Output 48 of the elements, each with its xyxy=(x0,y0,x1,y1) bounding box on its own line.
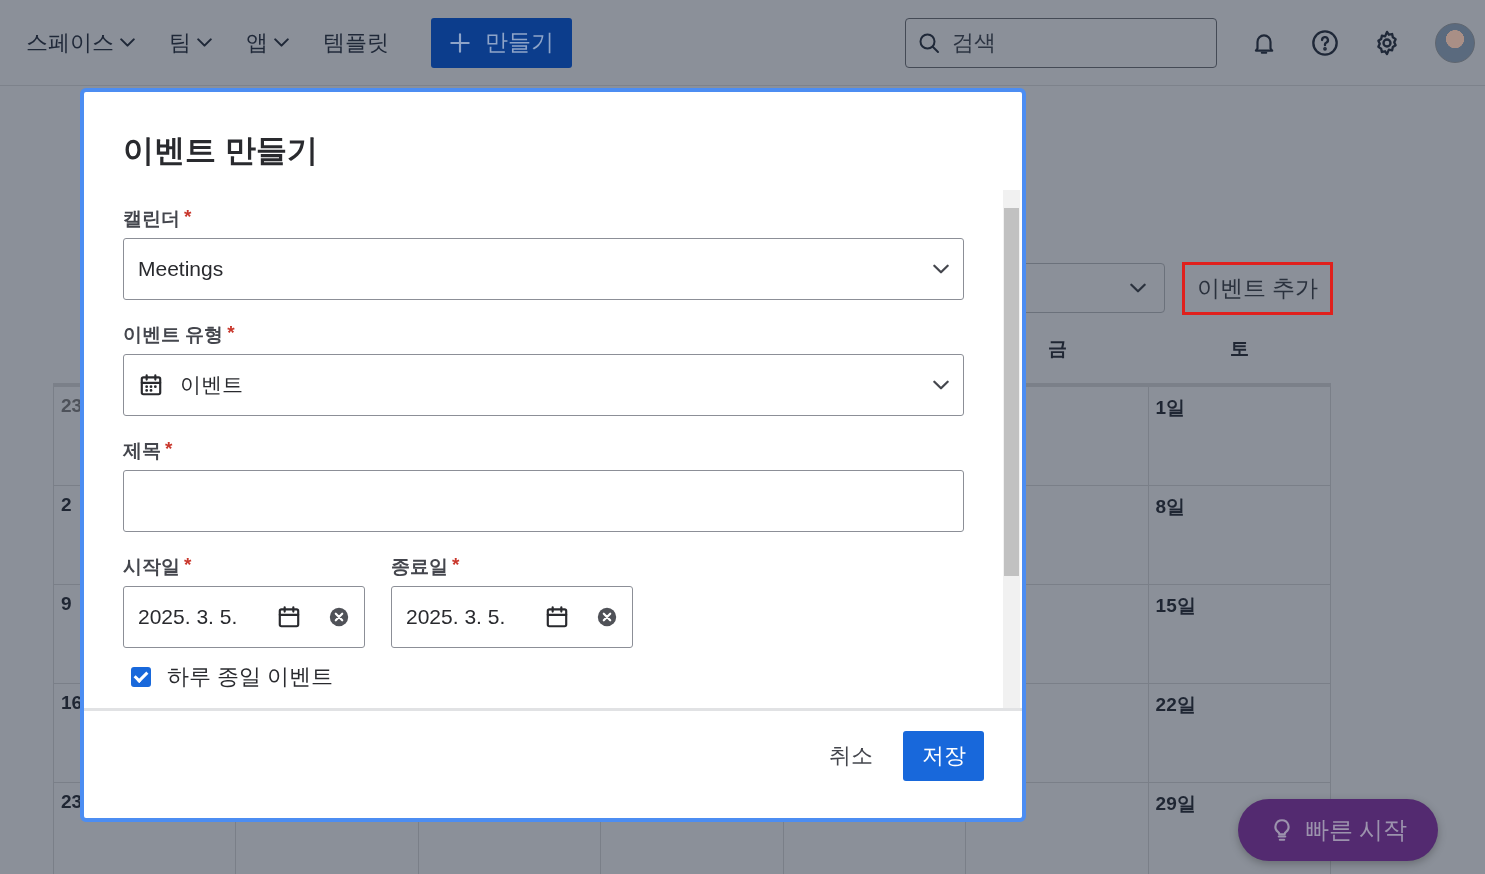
nav-menu-item[interactable]: 앱 xyxy=(246,27,289,58)
required-mark: * xyxy=(227,322,235,345)
calendar-icon xyxy=(544,604,570,630)
clear-icon xyxy=(596,606,618,628)
field-label: 제목 xyxy=(123,439,161,462)
nav-menu-item[interactable]: 템플릿 xyxy=(323,27,389,58)
create-button[interactable]: 만들기 xyxy=(431,17,572,68)
day-number: 15일 xyxy=(1155,595,1196,616)
day-number: 29일 xyxy=(1155,793,1196,814)
dialog-title: 이벤트 만들기 xyxy=(122,132,319,170)
day-number: 16 xyxy=(61,692,83,713)
required-mark: * xyxy=(452,554,460,577)
date-field[interactable]: 2025. 3. 5. xyxy=(123,586,365,648)
checkbox-label: 하루 종일 이벤트 xyxy=(167,663,334,691)
search-field[interactable]: 검색 xyxy=(905,17,1217,68)
calendar-icon xyxy=(276,604,302,630)
weekday-header: 토 xyxy=(1230,336,1250,361)
text-field[interactable] xyxy=(123,470,964,532)
chevron-down-icon xyxy=(933,380,949,390)
day-number: 2 xyxy=(61,494,72,515)
field-label: 캘린더 xyxy=(123,207,180,230)
select-field[interactable]: Meetings xyxy=(123,238,964,300)
select-field[interactable]: 이벤트 xyxy=(123,354,964,416)
checkbox[interactable] xyxy=(131,667,151,687)
chevron-down-icon xyxy=(933,264,949,274)
help-icon xyxy=(1311,28,1339,57)
add-event-button[interactable]: 이벤트 추가 xyxy=(1182,261,1333,315)
required-mark: * xyxy=(165,438,173,461)
field-label: 시작일 xyxy=(123,555,180,578)
weekday-header: 금 xyxy=(1047,336,1067,361)
chevron-down-icon xyxy=(1130,283,1146,293)
required-mark: * xyxy=(184,206,192,229)
nav-menu-item[interactable]: 스페이스 xyxy=(26,27,135,58)
day-number: 1일 xyxy=(1155,397,1186,418)
field-label: 이벤트 유형 xyxy=(123,323,224,346)
scrollbar[interactable] xyxy=(1003,190,1020,708)
save-button[interactable]: 저장 xyxy=(903,730,984,781)
day-number: 22일 xyxy=(1155,694,1196,715)
day-number: 9 xyxy=(61,593,72,614)
avatar[interactable] xyxy=(1435,22,1475,63)
cancel-button[interactable]: 취소 xyxy=(823,739,879,772)
quick-start-button[interactable]: 빠른 시작 xyxy=(1238,799,1438,861)
clear-icon xyxy=(328,606,350,628)
date-field[interactable]: 2025. 3. 5. xyxy=(391,586,633,648)
required-mark: * xyxy=(184,554,192,577)
field-label: 종료일 xyxy=(391,555,448,578)
day-number: 8일 xyxy=(1155,496,1186,517)
nav-menu-item[interactable]: 팀 xyxy=(169,27,212,58)
